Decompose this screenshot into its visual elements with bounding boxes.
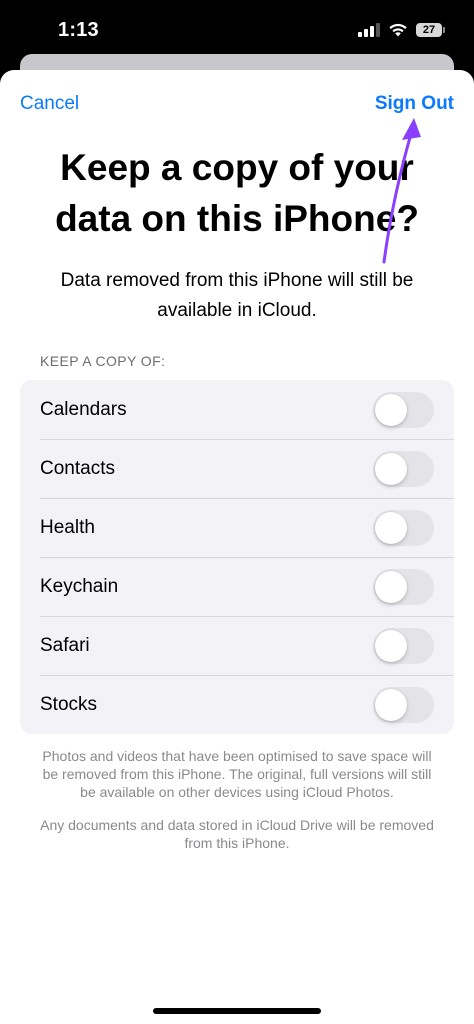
keep-copy-list: Calendars Contacts Health Keychain Safar… — [20, 380, 454, 734]
item-label: Safari — [40, 634, 90, 656]
toggle-knob — [375, 393, 407, 426]
list-item-health: Health — [20, 498, 454, 557]
signal-icon — [358, 22, 380, 37]
section-header: KEEP A COPY OF: — [40, 353, 166, 369]
list-item-contacts: Contacts — [20, 439, 454, 498]
battery-icon: 27 — [416, 22, 445, 37]
keychain-toggle[interactable] — [373, 568, 434, 605]
stocks-toggle[interactable] — [373, 686, 434, 723]
contacts-toggle[interactable] — [373, 450, 434, 487]
list-item-safari: Safari — [20, 616, 454, 675]
list-item-stocks: Stocks — [20, 675, 454, 734]
toggle-knob — [375, 452, 407, 485]
screen: 1:13 27 Cancel Sign Out Keep a copy of y… — [0, 0, 474, 1024]
toggle-knob — [375, 629, 407, 662]
health-toggle[interactable] — [373, 509, 434, 546]
status-bar: 1:13 27 — [0, 0, 474, 62]
status-time: 1:13 — [58, 19, 99, 41]
subtitle: Data removed from this iPhone will still… — [60, 270, 414, 321]
wifi-icon — [389, 23, 407, 37]
item-label: Keychain — [40, 575, 119, 597]
item-label: Stocks — [40, 693, 98, 715]
list-item-keychain: Keychain — [20, 557, 454, 616]
photos-footer-note: Photos and videos that have been optimis… — [42, 748, 432, 800]
page-title: Keep a copy of your data on this iPhone? — [55, 147, 419, 239]
sign-out-button[interactable]: Sign Out — [375, 93, 454, 115]
item-label: Health — [40, 516, 95, 538]
sign-out-sheet: Cancel Sign Out Keep a copy of your data… — [0, 70, 474, 1024]
safari-toggle[interactable] — [373, 627, 434, 664]
cancel-button[interactable]: Cancel — [20, 93, 79, 115]
home-indicator[interactable] — [153, 1008, 321, 1014]
list-item-calendars: Calendars — [20, 380, 454, 439]
toggle-knob — [375, 688, 407, 721]
item-label: Calendars — [40, 398, 127, 420]
item-label: Contacts — [40, 457, 115, 479]
status-icons: 27 — [358, 22, 445, 37]
toggle-knob — [375, 570, 407, 603]
calendars-toggle[interactable] — [373, 391, 434, 428]
toggle-knob — [375, 511, 407, 544]
drive-footer-note: Any documents and data stored in iCloud … — [40, 817, 434, 851]
